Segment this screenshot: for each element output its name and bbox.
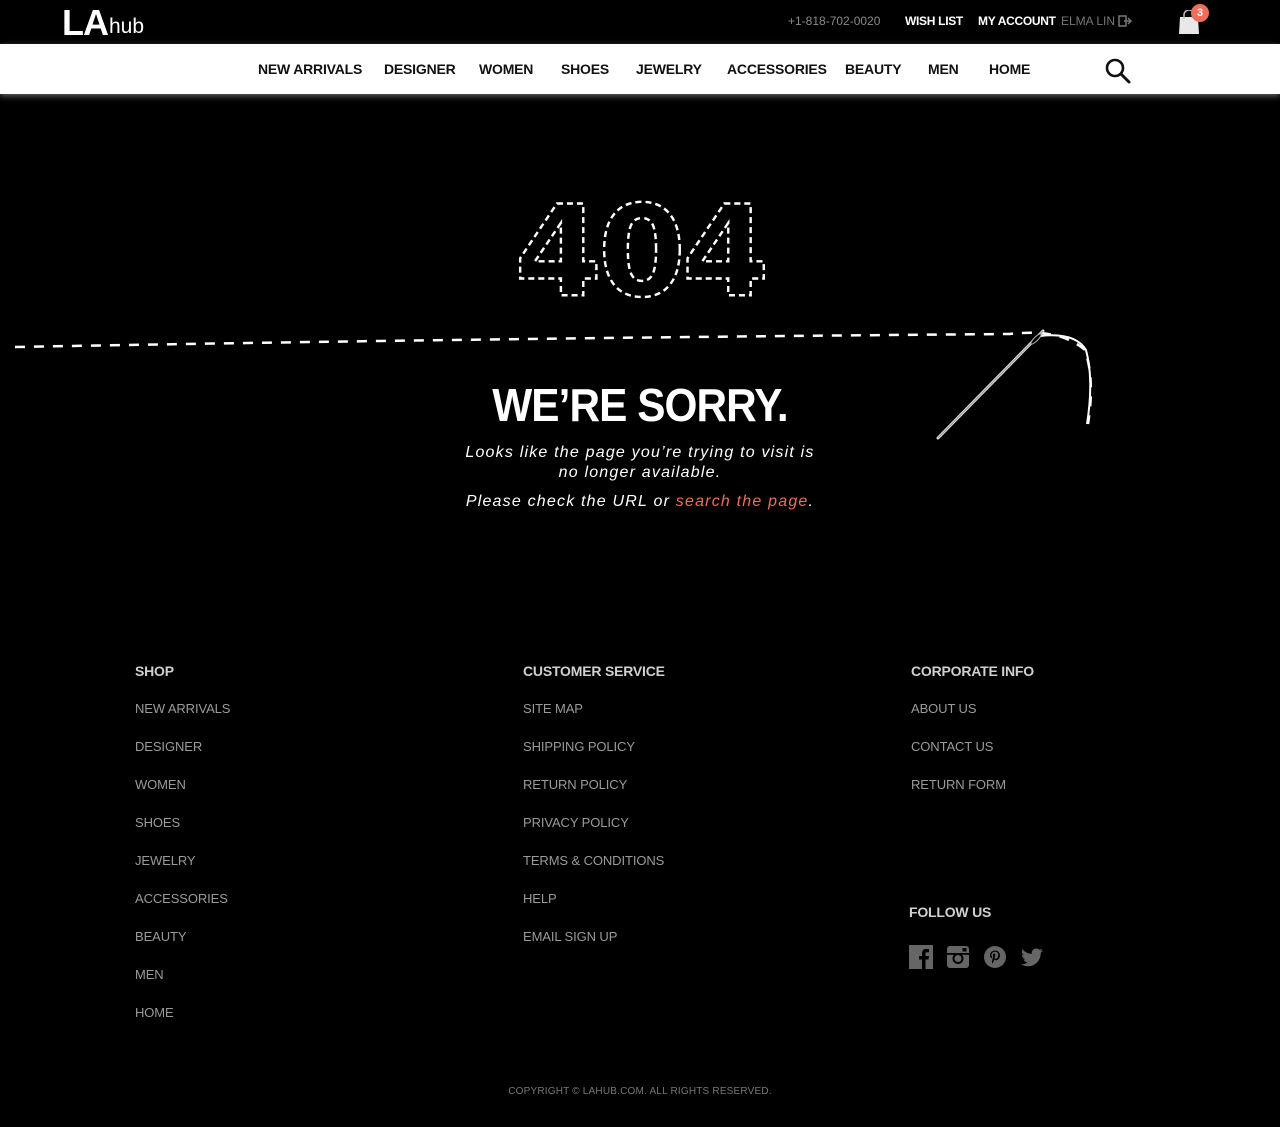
logo-hub: hub: [109, 15, 145, 38]
footer-corporate-column: CORPORATE INFO ABOUT US CONTACT US RETUR…: [911, 663, 1034, 814]
footer-link-designer[interactable]: DESIGNER: [135, 738, 230, 776]
error-code-404: 404: [515, 195, 765, 307]
error-message-line3: Please check the URL or search the page.: [0, 493, 1280, 511]
instagram-link[interactable]: [946, 945, 970, 969]
error-message-suffix: .: [808, 493, 815, 510]
nav-item-home[interactable]: HOME: [989, 61, 1030, 77]
nav-item-accessories[interactable]: ACCESSORIES: [727, 61, 827, 77]
cart-count-badge: 3: [1191, 4, 1209, 22]
error-code-text: 404: [515, 195, 765, 307]
nav-item-designer[interactable]: DESIGNER: [384, 61, 456, 77]
nav-item-jewelry[interactable]: JEWELRY: [636, 61, 702, 77]
main-nav: NEW ARRIVALS DESIGNER WOMEN SHOES JEWELR…: [0, 44, 1280, 94]
error-heading: WE’RE SORRY.: [492, 379, 788, 431]
instagram-icon: [947, 946, 969, 968]
nav-item-shoes[interactable]: SHOES: [561, 61, 609, 77]
footer-link-beauty[interactable]: BEAUTY: [135, 928, 230, 966]
facebook-link[interactable]: [909, 945, 933, 969]
footer-link-about-us[interactable]: ABOUT US: [911, 700, 1034, 738]
footer-customer-service-title: CUSTOMER SERVICE: [523, 663, 665, 679]
search-page-link[interactable]: search the page: [676, 493, 809, 510]
footer-link-site-map[interactable]: SITE MAP: [523, 700, 665, 738]
footer-link-new-arrivals[interactable]: NEW ARRIVALS: [135, 700, 230, 738]
footer-link-terms[interactable]: TERMS & CONDITIONS: [523, 852, 665, 890]
footer-link-accessories[interactable]: ACCESSORIES: [135, 890, 230, 928]
footer-link-email-signup[interactable]: EMAIL SIGN UP: [523, 928, 665, 966]
my-account-link[interactable]: MY ACCOUNT: [978, 14, 1056, 28]
logout-icon: [1118, 15, 1133, 27]
copyright-text: COPYRIGHT © LAHUB.COM. ALL RIGHTS RESERV…: [508, 1086, 772, 1097]
error-message-line2: no longer available.: [558, 464, 722, 481]
search-button[interactable]: [1104, 57, 1132, 85]
search-icon: [1105, 58, 1131, 84]
user-name: ELMA LIN: [1061, 14, 1116, 28]
error-message-prefix: Please check the URL or: [465, 493, 676, 510]
footer-link-jewelry[interactable]: JEWELRY: [135, 852, 230, 890]
twitter-link[interactable]: [1020, 945, 1044, 969]
cart-button[interactable]: 3: [1178, 4, 1214, 36]
footer-shop-column: SHOP NEW ARRIVALS DESIGNER WOMEN SHOES J…: [135, 663, 230, 1042]
top-bar: LA hub +1-818-702-0020 WISH LIST MY ACCO…: [0, 0, 1280, 44]
pinterest-icon: [984, 946, 1006, 968]
footer-link-home[interactable]: HOME: [135, 1004, 230, 1042]
footer-link-men[interactable]: MEN: [135, 966, 230, 1004]
wish-list-link[interactable]: WISH LIST: [905, 14, 963, 28]
footer-link-help[interactable]: HELP: [523, 890, 665, 928]
nav-item-beauty[interactable]: BEAUTY: [845, 61, 902, 77]
facebook-icon: [909, 945, 933, 969]
footer-link-contact-us[interactable]: CONTACT US: [911, 738, 1034, 776]
user-logout[interactable]: ELMA LIN: [1061, 14, 1133, 28]
error-message-line1: Looks like the page you’re trying to vis…: [465, 444, 815, 461]
footer-corporate-title: CORPORATE INFO: [911, 663, 1034, 679]
footer-link-shipping-policy[interactable]: SHIPPING POLICY: [523, 738, 665, 776]
footer-link-privacy-policy[interactable]: PRIVACY POLICY: [523, 814, 665, 852]
footer-shop-title: SHOP: [135, 663, 174, 679]
footer-link-women[interactable]: WOMEN: [135, 776, 230, 814]
footer-link-return-policy[interactable]: RETURN POLICY: [523, 776, 665, 814]
pinterest-link[interactable]: [983, 945, 1007, 969]
phone-number[interactable]: +1-818-702-0020: [788, 14, 880, 28]
nav-item-women[interactable]: WOMEN: [479, 61, 533, 77]
logo-la: LA: [62, 2, 109, 43]
nav-item-new-arrivals[interactable]: NEW ARRIVALS: [258, 61, 362, 77]
footer-link-return-form[interactable]: RETURN FORM: [911, 776, 1034, 814]
logo[interactable]: LA hub: [62, 2, 145, 43]
follow-us-title: FOLLOW US: [909, 904, 992, 920]
footer-link-shoes[interactable]: SHOES: [135, 814, 230, 852]
footer-customer-service-column: CUSTOMER SERVICE SITE MAP SHIPPING POLIC…: [523, 663, 665, 966]
twitter-icon: [1021, 948, 1043, 967]
nav-item-men[interactable]: MEN: [928, 61, 959, 77]
